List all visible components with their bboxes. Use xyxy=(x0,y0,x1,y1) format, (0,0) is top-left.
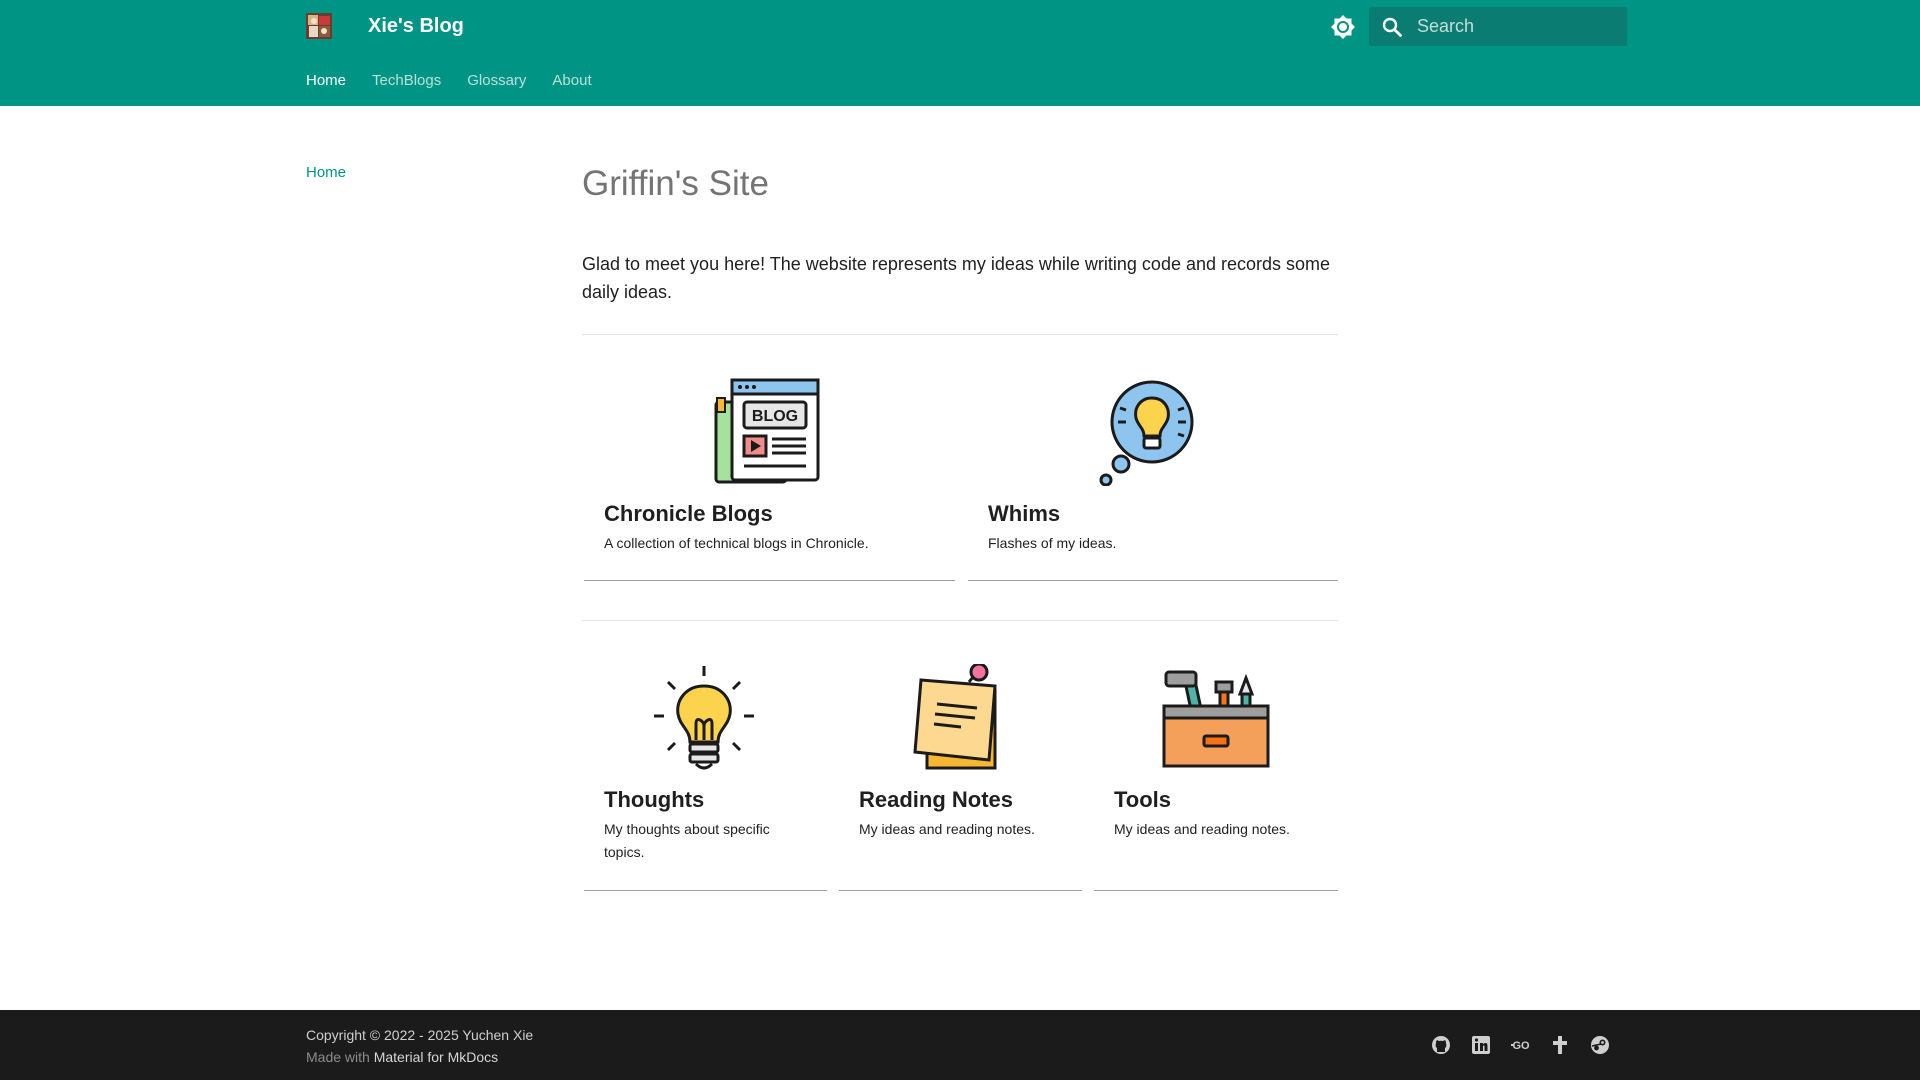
tab-glossary[interactable]: Glossary xyxy=(467,70,526,92)
card-description: My ideas and reading notes. xyxy=(1114,821,1290,837)
card-thoughts[interactable]: Thoughts My thoughts about specific topi… xyxy=(582,664,827,891)
goodreads-icon[interactable]: GO xyxy=(1510,1034,1532,1056)
tab-home[interactable]: Home xyxy=(306,70,346,92)
card-title: Reading Notes xyxy=(859,787,1014,812)
linkedin-icon[interactable] xyxy=(1470,1034,1492,1056)
svg-text:GO: GO xyxy=(1512,1040,1530,1052)
card-underline xyxy=(968,580,1338,581)
github-icon[interactable] xyxy=(1430,1034,1452,1056)
card-description: My ideas and reading notes. xyxy=(859,821,1035,837)
lightbulb-icon xyxy=(654,666,754,770)
toolbox-icon xyxy=(1162,670,1270,768)
search-box[interactable] xyxy=(1369,7,1627,46)
sticky-note-icon xyxy=(913,664,997,770)
card-title: Tools xyxy=(1114,787,1172,812)
card-tools[interactable]: Tools My ideas and reading notes. xyxy=(1092,664,1338,891)
card-underline xyxy=(584,890,827,891)
page-title: Griffin's Site xyxy=(582,164,769,203)
steam-icon[interactable] xyxy=(1589,1034,1611,1056)
card-whims[interactable]: Whims Flashes of my ideas. xyxy=(966,378,1338,581)
made-with-prefix: Made with xyxy=(306,1049,370,1065)
header: Xie's Blog Home TechBlogs Glossary About xyxy=(0,0,1920,106)
card-chronicle-blogs[interactable]: BLOG Chronicle Blogs A collection of tec… xyxy=(582,378,955,581)
sidebar-item-home[interactable]: Home xyxy=(306,164,346,181)
search-input[interactable] xyxy=(1417,7,1617,46)
tab-about[interactable]: About xyxy=(552,70,591,92)
intro-text: Glad to meet you here! The website repre… xyxy=(582,254,1331,302)
card-underline xyxy=(584,580,955,581)
card-underline xyxy=(839,890,1082,891)
card-underline xyxy=(1094,890,1338,891)
site-logo[interactable] xyxy=(306,13,332,39)
card-description: A collection of technical blogs in Chron… xyxy=(604,535,869,551)
card-description: My thoughts about specific topics. xyxy=(604,821,770,860)
sidebar: Home xyxy=(306,164,346,181)
card-reading-notes[interactable]: Reading Notes My ideas and reading notes… xyxy=(837,664,1082,891)
site-title[interactable]: Xie's Blog xyxy=(368,14,464,38)
copyright-text: Copyright © 2022 - 2025 Yuchen Xie xyxy=(306,1027,534,1043)
card-title: Whims xyxy=(988,501,1061,526)
divider xyxy=(582,334,1338,335)
card-title: Chronicle Blogs xyxy=(604,501,773,526)
blog-icon: BLOG xyxy=(714,378,820,484)
divider xyxy=(582,620,1338,621)
mkdocs-material-link[interactable]: Material for MkDocs xyxy=(374,1049,498,1065)
footer: Copyright © 2022 - 2025 Yuchen Xie Made … xyxy=(0,1010,1920,1080)
svg-text:BLOG: BLOG xyxy=(752,408,798,425)
main-content: Griffin's Site Glad to meet you here! Th… xyxy=(582,160,1338,891)
made-with-text: Made with Material for MkDocs xyxy=(306,1047,498,1067)
card-title: Thoughts xyxy=(604,787,705,812)
blog-link-icon[interactable] xyxy=(1549,1034,1571,1056)
card-description: Flashes of my ideas. xyxy=(988,535,1117,551)
tab-techblogs[interactable]: TechBlogs xyxy=(372,70,441,92)
thought-bubble-icon xyxy=(1099,380,1194,486)
search-icon xyxy=(1382,17,1402,37)
top-tabs: Home TechBlogs Glossary About xyxy=(306,70,618,92)
brightness-icon[interactable] xyxy=(1328,12,1358,42)
